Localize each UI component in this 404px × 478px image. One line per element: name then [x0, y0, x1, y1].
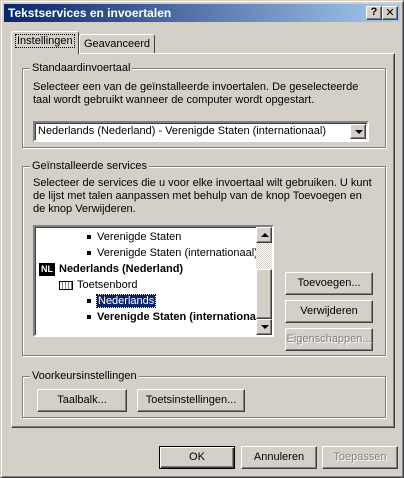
default-language-group: Standaardinvoertaal Selecteer een van de…: [22, 62, 386, 148]
tree-item[interactable]: Verenigde Staten (internationaal): [87, 245, 258, 261]
bullet-icon: [87, 251, 91, 256]
window-title: Tekstservices en invoertalen: [8, 6, 172, 20]
keyboard-icon: [59, 280, 73, 290]
arrow-down-icon: [261, 325, 269, 329]
installed-services-group: Geïnstalleerde services Selecteer de ser…: [22, 160, 386, 356]
scroll-down-button[interactable]: [256, 319, 272, 335]
preferences-group: Voorkeursinstellingen Taalbalk... Toetsi…: [22, 370, 386, 418]
tree-language-node[interactable]: NL Nederlands (Nederland): [39, 261, 183, 277]
tab-geavanceerd-label: Geavanceerd: [84, 38, 151, 50]
default-language-dropdown-button[interactable]: [350, 124, 366, 139]
default-language-select[interactable]: Nederlands (Nederland) - Verenigde State…: [33, 121, 369, 142]
bullet-icon: [87, 315, 91, 320]
properties-button[interactable]: Eigenschappen...: [285, 328, 373, 351]
close-button[interactable]: ✕: [382, 6, 398, 20]
apply-button-label: Toepassen: [333, 451, 387, 463]
ok-button[interactable]: OK: [159, 446, 235, 469]
scroll-up-button[interactable]: [256, 227, 272, 243]
remove-button-label: Verwijderen: [300, 305, 358, 317]
tree-item-label: Verenigde Staten (internationaal): [97, 247, 258, 259]
tree-category-node[interactable]: Toetsenbord: [59, 277, 138, 293]
cancel-button-label: Annuleren: [253, 451, 305, 463]
help-button[interactable]: ?: [366, 6, 382, 20]
tree-item-label: Verenigde Staten: [97, 231, 182, 243]
default-language-group-label: Standaardinvoertaal: [30, 62, 133, 74]
scroll-thumb[interactable]: [256, 269, 272, 319]
remove-button[interactable]: Verwijderen: [285, 300, 373, 323]
tab-instellingen-label: Instellingen: [15, 34, 75, 48]
tree-item-label: Verenigde Staten (internationaal): [97, 311, 269, 323]
tree-item[interactable]: Verenigde Staten: [87, 229, 181, 245]
bullet-icon: [87, 235, 91, 240]
chevron-down-icon: [355, 130, 363, 134]
tree-item-label: Nederlands: [95, 294, 157, 308]
language-bar-button[interactable]: Taalbalk...: [37, 389, 127, 412]
default-language-description: Selecteer een van de geïnstalleerde invo…: [33, 81, 359, 106]
key-settings-button-label: Toetsinstellingen...: [145, 394, 237, 406]
apply-button[interactable]: Toepassen: [322, 446, 398, 469]
installed-services-group-label: Geïnstalleerde services: [30, 160, 149, 172]
cancel-button[interactable]: Annuleren: [241, 446, 317, 469]
tree-item[interactable]: Verenigde Staten (internationaal): [87, 309, 269, 325]
tab-instellingen[interactable]: Instellingen: [11, 31, 79, 54]
key-settings-button[interactable]: Toetsinstellingen...: [137, 389, 245, 412]
bullet-icon: [87, 299, 91, 304]
language-badge-icon: NL: [39, 262, 55, 276]
tree-scrollbar[interactable]: [256, 227, 272, 335]
tree-language-label: Nederlands (Nederland): [59, 263, 184, 275]
dialog-window: Tekstservices en invoertalen ? ✕ Instell…: [0, 0, 404, 478]
properties-button-label: Eigenschappen...: [286, 333, 372, 345]
default-language-value: Nederlands (Nederland) - Verenigde State…: [38, 125, 327, 137]
settings-tab-panel: Standaardinvoertaal Selecteer een van de…: [11, 53, 395, 428]
preferences-group-label: Voorkeursinstellingen: [30, 370, 139, 382]
installed-services-description: Selecteer de services die u voor elke in…: [33, 177, 372, 215]
services-tree[interactable]: Verenigde Staten Verenigde Staten (inter…: [33, 225, 274, 337]
tree-item-selected[interactable]: Nederlands: [87, 293, 157, 309]
add-button-label: Toevoegen...: [297, 277, 361, 289]
title-bar[interactable]: Tekstservices en invoertalen ? ✕: [4, 4, 400, 22]
add-button[interactable]: Toevoegen...: [285, 272, 373, 295]
language-bar-button-label: Taalbalk...: [57, 394, 107, 406]
tab-geavanceerd[interactable]: Geavanceerd: [79, 34, 156, 53]
ok-button-label: OK: [189, 451, 205, 463]
arrow-up-icon: [261, 233, 269, 237]
tree-category-label: Toetsenbord: [77, 279, 138, 291]
